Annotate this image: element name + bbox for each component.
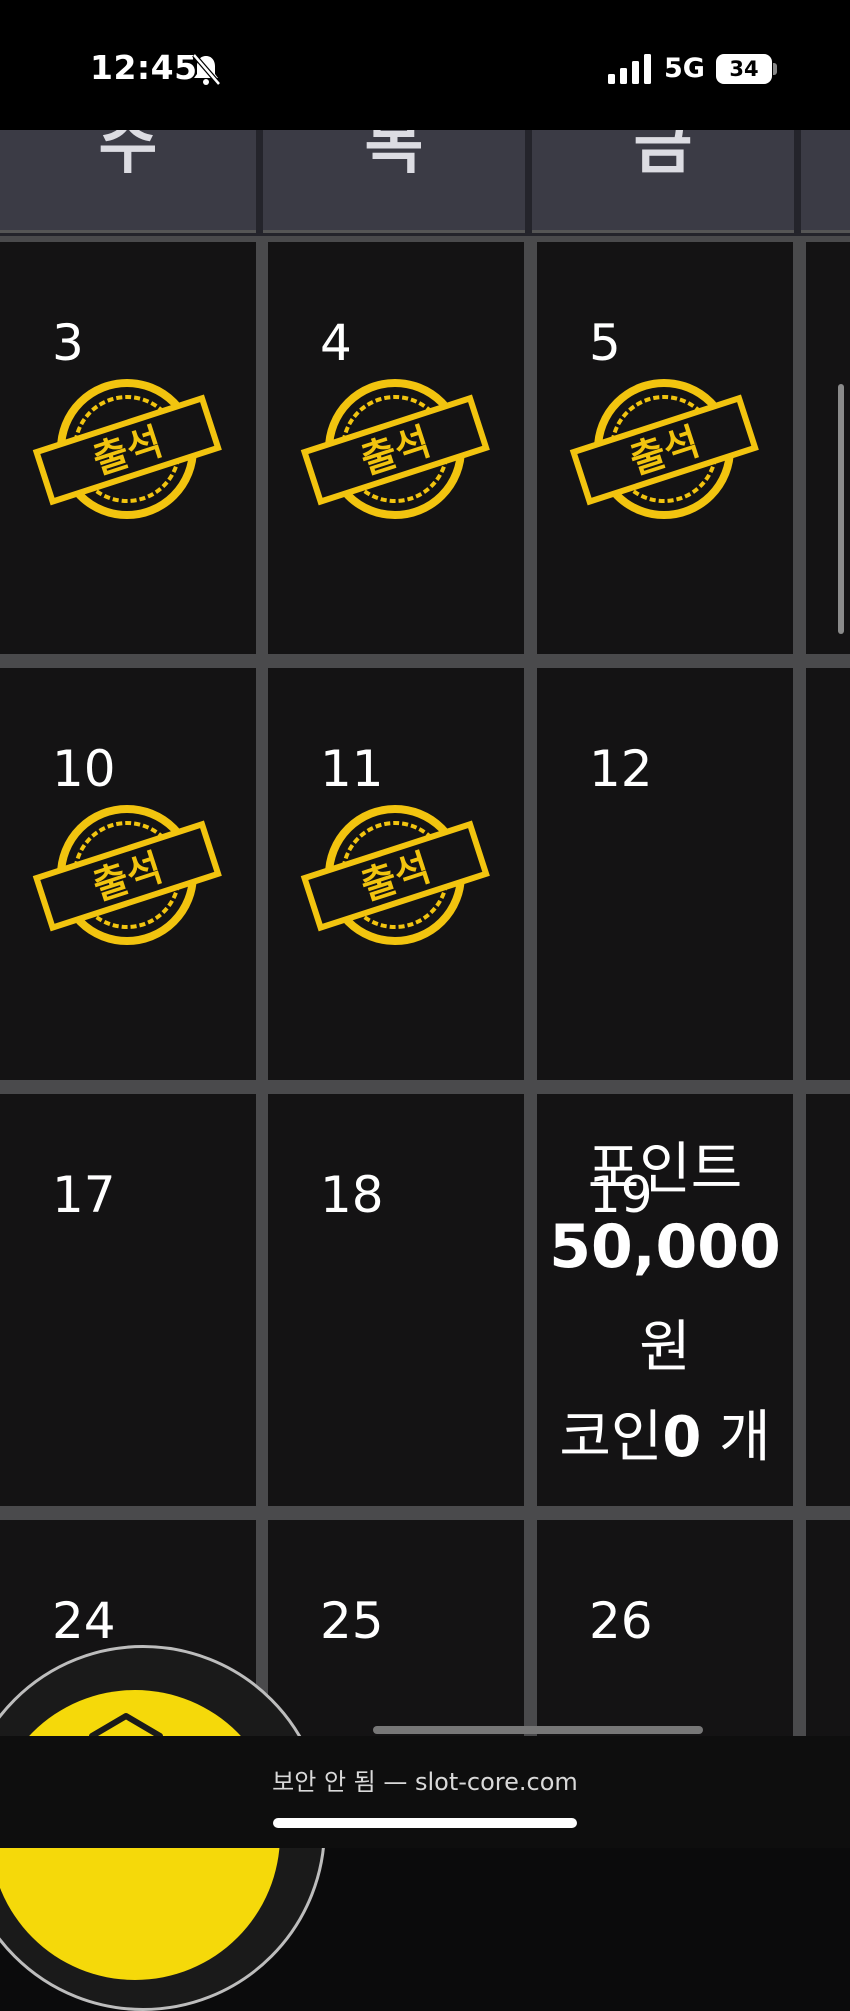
day-number: 5 — [589, 314, 621, 372]
weekday-thu: 목 — [263, 130, 525, 233]
url-text[interactable]: 보안 안 됨 — slot-core.com — [0, 1762, 850, 1797]
calendar-day-cell[interactable] — [806, 1094, 850, 1506]
prize-amount: 50,000 — [549, 1212, 781, 1282]
attendance-stamp-icon: 출석 — [32, 805, 222, 945]
calendar-day-cell[interactable] — [537, 668, 793, 1080]
calendar-day-cell[interactable] — [268, 1094, 524, 1506]
signal-icon — [608, 54, 651, 84]
calendar-day-cell[interactable] — [537, 1520, 793, 1736]
day-number: 17 — [52, 1166, 116, 1224]
attendance-stamp-icon: 출석 — [300, 379, 490, 519]
day-number: 24 — [52, 1592, 116, 1650]
prize-coins: 코인0 개 — [559, 1405, 771, 1470]
calendar-day-cell[interactable] — [806, 668, 850, 1080]
calendar-day-cell[interactable] — [806, 1520, 850, 1736]
horizontal-scrollbar[interactable] — [373, 1726, 703, 1734]
home-indicator[interactable] — [273, 1818, 577, 1828]
prize-unit: 원 — [639, 1315, 691, 1380]
weekday-fri: 금 — [532, 130, 794, 233]
attendance-stamp-icon: 출석 — [32, 379, 222, 519]
day-number: 3 — [52, 314, 84, 372]
calendar-day-cell[interactable] — [0, 1094, 256, 1506]
weekday-sat — [801, 130, 850, 233]
status-time: 12:45 — [90, 48, 198, 87]
day-number: 25 — [320, 1592, 384, 1650]
battery-tip — [773, 63, 777, 75]
day-number: 18 — [320, 1166, 384, 1224]
network-type: 5G — [664, 53, 705, 84]
prize-info: 포인트 50,000 원 코인0 개 — [537, 1124, 793, 1484]
day-number: 12 — [589, 740, 653, 798]
bell-muted-icon — [192, 53, 221, 86]
vertical-scrollbar[interactable] — [838, 384, 844, 634]
day-number: 11 — [320, 740, 384, 798]
prize-points-label: 포인트 — [587, 1137, 743, 1202]
day-number: 4 — [320, 314, 352, 372]
attendance-stamp-icon: 출석 — [569, 379, 759, 519]
calendar-day-cell[interactable] — [268, 1520, 524, 1736]
attendance-stamp-icon: 출석 — [300, 805, 490, 945]
day-number: 10 — [52, 740, 116, 798]
weekday-wed: 수 — [0, 130, 256, 233]
battery-icon: 34 — [716, 54, 772, 84]
day-number: 26 — [589, 1592, 653, 1650]
